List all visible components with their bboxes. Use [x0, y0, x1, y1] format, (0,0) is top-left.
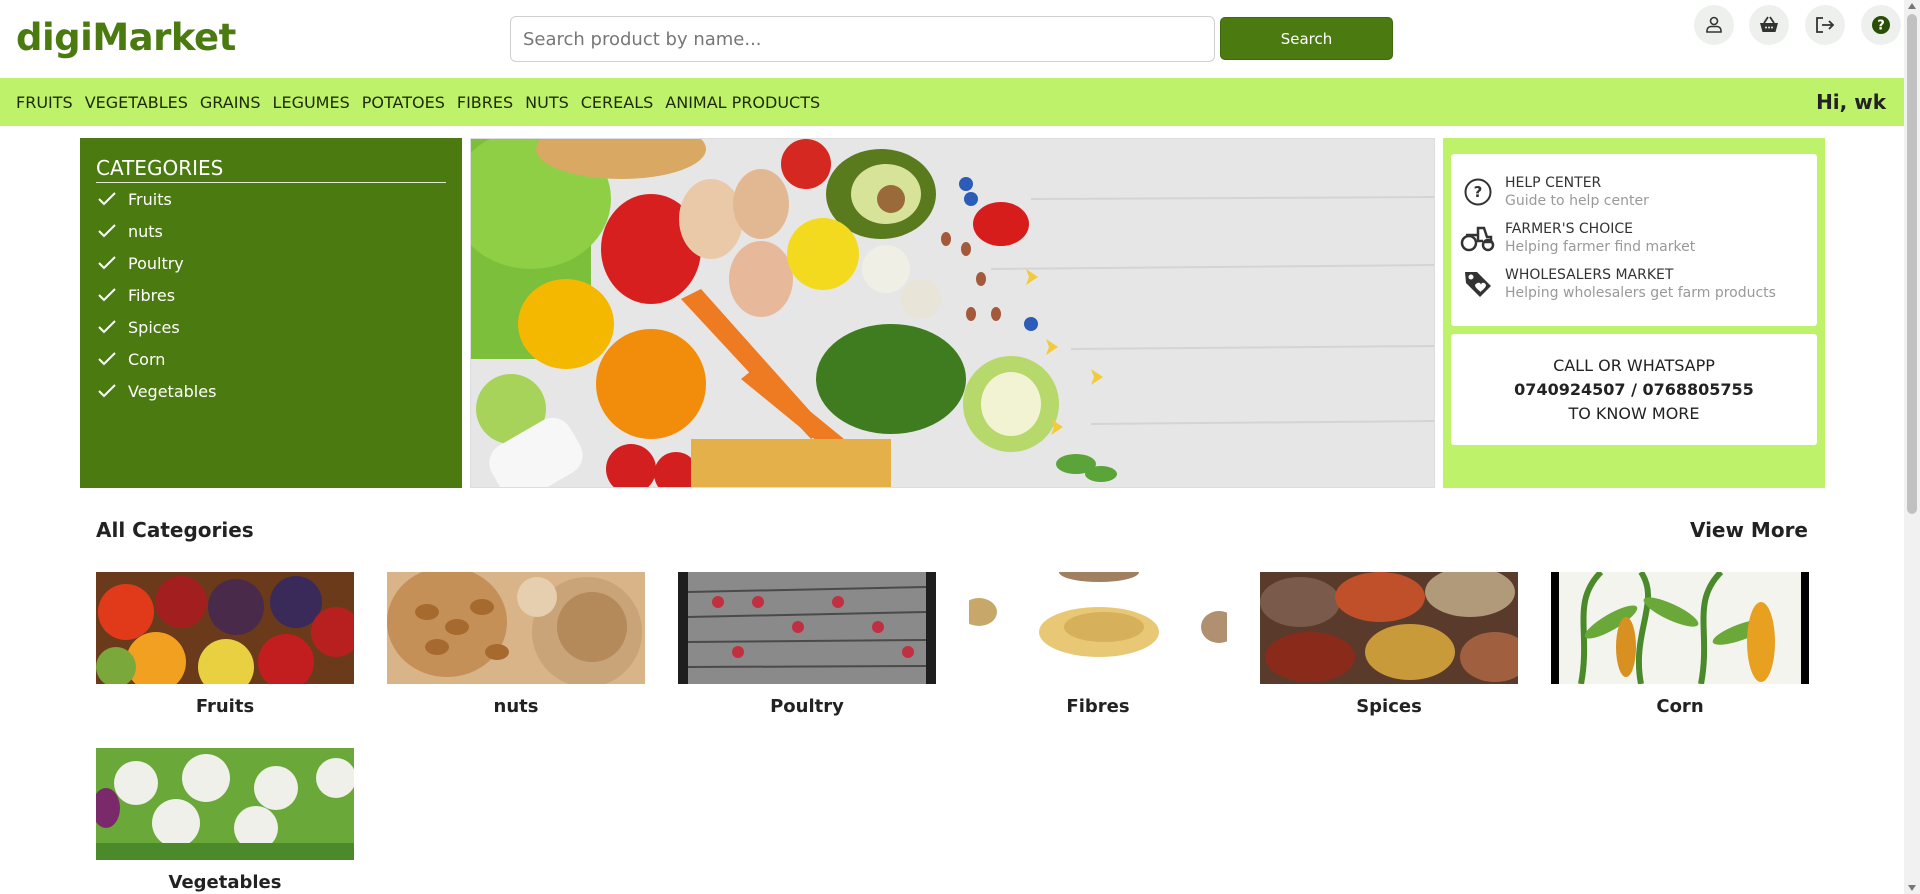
hero-banner-image	[470, 138, 1435, 488]
help-center-title: HELP CENTER	[1505, 175, 1602, 191]
user-greeting: Hi, wk	[1816, 90, 1886, 114]
spices-image	[1260, 572, 1518, 684]
vegetables-image	[96, 748, 354, 860]
view-more-link[interactable]: View More	[1690, 518, 1808, 542]
category-item[interactable]: Spices	[96, 311, 446, 343]
question-circle-icon: ?	[1459, 174, 1497, 210]
nav-item-potatoes[interactable]: POTATOES	[362, 93, 445, 112]
check-icon	[98, 320, 116, 334]
page-scrollbar[interactable]	[1904, 0, 1920, 894]
all-categories-title: All Categories	[96, 518, 254, 542]
contact-heading: CALL OR WHATSAPP	[1553, 356, 1715, 375]
check-icon	[98, 256, 116, 270]
contact-numbers[interactable]: 0740924507 / 0768805755	[1451, 378, 1817, 402]
nav-item-legumes[interactable]: LEGUMES	[273, 93, 350, 112]
info-panel: ? HELP CENTER Guide to help center FARME…	[1443, 138, 1825, 488]
help-icon[interactable]: ?	[1861, 5, 1901, 45]
farmers-choice-title: FARMER'S CHOICE	[1505, 221, 1633, 237]
search-input[interactable]	[510, 16, 1215, 62]
search-button[interactable]: Search	[1220, 17, 1393, 60]
scroll-down-icon[interactable]	[1908, 885, 1916, 891]
nav-item-vegetables[interactable]: VEGETABLES	[85, 93, 188, 112]
category-item[interactable]: Poultry	[96, 247, 446, 279]
svg-text:?: ?	[1877, 19, 1885, 34]
poultry-image	[678, 572, 936, 684]
farmers-choice-subtitle: Helping farmer find market	[1505, 239, 1696, 255]
svg-text:?: ?	[1474, 183, 1483, 201]
farmers-choice-link[interactable]: FARMER'S CHOICE Helping farmer find mark…	[1459, 220, 1809, 256]
tile-label: Fruits	[195, 696, 255, 717]
help-center-subtitle: Guide to help center	[1505, 193, 1649, 209]
category-nav: FRUITS VEGETABLES GRAINS LEGUMES POTATOE…	[0, 78, 1904, 126]
category-item[interactable]: Fibres	[96, 279, 446, 311]
check-icon	[98, 192, 116, 206]
scroll-up-icon[interactable]	[1908, 3, 1916, 9]
categories-title: CATEGORIES	[96, 156, 446, 183]
category-tile-corn[interactable]: Corn	[1551, 572, 1809, 717]
category-tile-fruits[interactable]: Fruits	[96, 572, 354, 717]
help-center-link[interactable]: ? HELP CENTER Guide to help center	[1459, 174, 1809, 210]
category-tile-nuts[interactable]: nuts	[387, 572, 645, 717]
corn-image	[1551, 572, 1809, 684]
nav-item-grains[interactable]: GRAINS	[200, 93, 261, 112]
user-icon[interactable]	[1694, 5, 1734, 45]
category-tile-fibres[interactable]: Fibres	[969, 572, 1227, 717]
fibres-image	[969, 572, 1227, 684]
contact-card: CALL OR WHATSAPP 0740924507 / 0768805755…	[1451, 334, 1817, 445]
nuts-image	[387, 572, 645, 684]
tile-label: Vegetables	[168, 872, 282, 893]
check-icon	[98, 384, 116, 398]
nav-item-fruits[interactable]: FRUITS	[16, 93, 73, 112]
wholesalers-market-link[interactable]: WHOLESALERS MARKET Helping wholesalers g…	[1459, 266, 1809, 302]
site-logo[interactable]: digiMarket	[16, 16, 236, 59]
check-icon	[98, 288, 116, 302]
category-item[interactable]: nuts	[96, 215, 446, 247]
category-tile-spices[interactable]: Spices	[1260, 572, 1518, 717]
header: digiMarket Search ?	[0, 0, 1920, 78]
services-card: ? HELP CENTER Guide to help center FARME…	[1451, 154, 1817, 326]
category-tile-vegetables[interactable]: Vegetables	[96, 748, 354, 893]
tile-label: nuts	[493, 696, 539, 717]
category-item[interactable]: Fruits	[96, 183, 446, 215]
scroll-thumb[interactable]	[1907, 14, 1917, 514]
nav-item-nuts[interactable]: NUTS	[525, 93, 569, 112]
check-icon	[98, 352, 116, 366]
category-item[interactable]: Corn	[96, 343, 446, 375]
fruits-image	[96, 572, 354, 684]
basket-icon[interactable]	[1749, 5, 1789, 45]
tile-label: Corn	[1656, 696, 1704, 717]
categories-panel: CATEGORIES Fruits nuts Poultry Fibres Sp…	[80, 138, 462, 488]
tile-label: Poultry	[770, 696, 844, 717]
wholesalers-market-title: WHOLESALERS MARKET	[1505, 267, 1674, 283]
tag-icon	[1459, 266, 1497, 302]
nav-item-animal-products[interactable]: ANIMAL PRODUCTS	[665, 93, 820, 112]
wholesalers-market-subtitle: Helping wholesalers get farm products	[1505, 285, 1776, 301]
contact-footer: TO KNOW MORE	[1568, 404, 1700, 423]
tile-label: Spices	[1356, 696, 1422, 717]
category-item[interactable]: Vegetables	[96, 375, 446, 407]
nav-item-fibres[interactable]: FIBRES	[457, 93, 513, 112]
tractor-icon	[1459, 220, 1497, 256]
nav-item-cereals[interactable]: CEREALS	[581, 93, 654, 112]
tile-label: Fibres	[1066, 696, 1130, 717]
category-tile-poultry[interactable]: Poultry	[678, 572, 936, 717]
logout-icon[interactable]	[1805, 5, 1845, 45]
check-icon	[98, 224, 116, 238]
